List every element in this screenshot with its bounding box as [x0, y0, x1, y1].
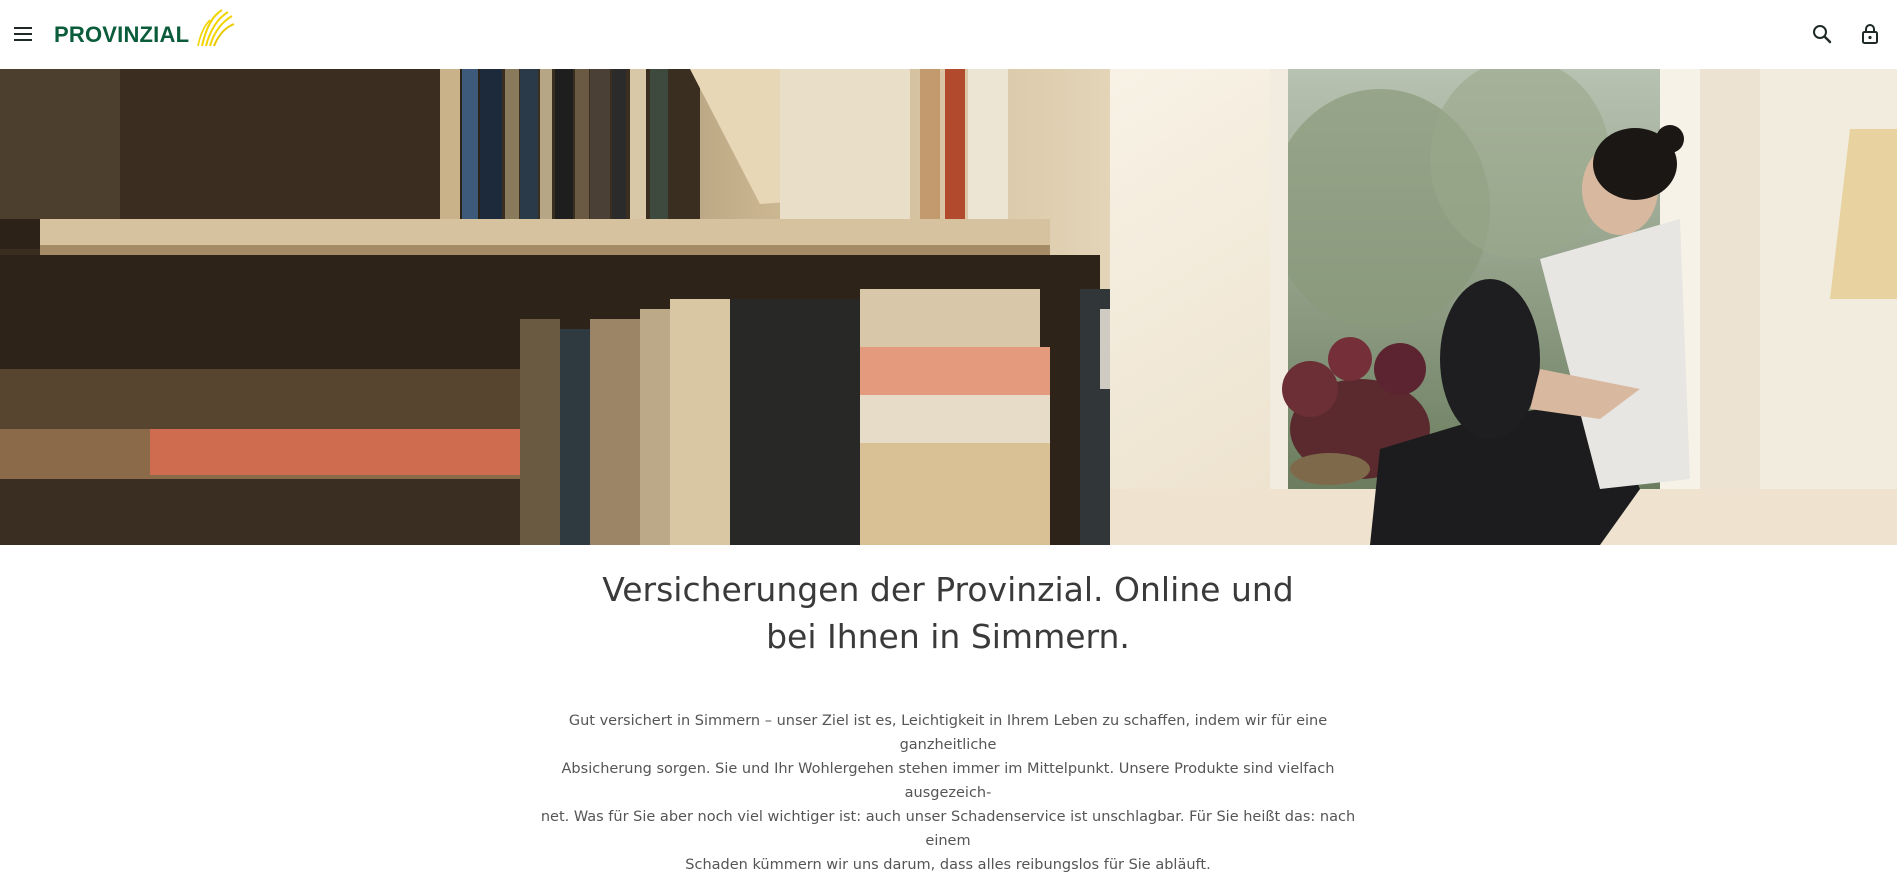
- logo-wing-mark: [197, 9, 235, 47]
- menu-icon[interactable]: [12, 24, 34, 44]
- provinzial-logo[interactable]: PROVINZIAL: [54, 6, 235, 50]
- body-line-2: Absicherung sorgen. Sie und Ihr Wohlerge…: [561, 761, 1335, 801]
- page-headline: Versicherungen der Provinzial. Online un…: [548, 566, 1348, 660]
- hero-image: [0, 69, 1897, 545]
- body-line-3: net. Was für Sie aber noch viel wichtige…: [540, 809, 1356, 849]
- hero-photo: [0, 69, 1897, 545]
- headline-line-1: Versicherungen der Provinzial. Online un…: [602, 570, 1294, 609]
- site-header: PROVINZIAL: [0, 0, 1897, 69]
- body-line-1: Gut versichert in Simmern – unser Ziel i…: [568, 713, 1328, 753]
- menu-icon-bar: [14, 27, 32, 29]
- headline-line-2: bei Ihnen in Simmern.: [766, 617, 1130, 656]
- lock-icon[interactable]: [1858, 22, 1882, 46]
- intro-paragraph: Gut versichert in Simmern – unser Ziel i…: [530, 709, 1366, 877]
- search-icon[interactable]: [1810, 22, 1834, 46]
- body-line-4: Schaden kümmern wir uns darum, dass alle…: [685, 857, 1211, 873]
- menu-icon-bar: [14, 39, 32, 41]
- menu-icon-bar: [14, 33, 32, 35]
